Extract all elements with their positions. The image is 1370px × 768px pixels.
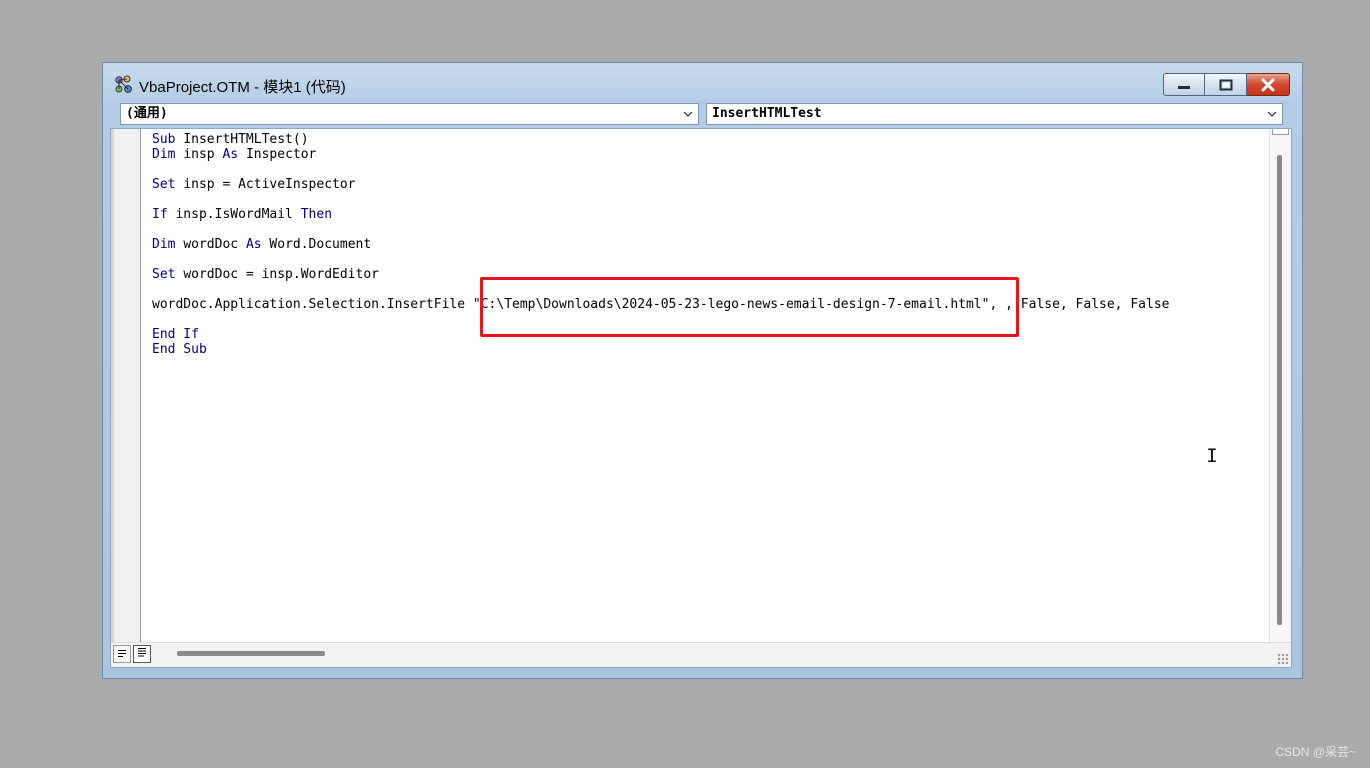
code-line[interactable]: If insp.IsWordMail Then xyxy=(152,207,1267,222)
procedure-dropdown[interactable]: InsertHTMLTest xyxy=(706,103,1283,125)
code-token: insp.IsWordMail xyxy=(175,207,301,222)
chevron-down-icon[interactable] xyxy=(1265,104,1279,124)
procedure-dropdown-value: InsertHTMLTest xyxy=(712,106,822,121)
gutter-edge xyxy=(111,129,114,643)
code-line[interactable]: wordDoc.Application.Selection.InsertFile… xyxy=(152,297,1267,312)
code-token: InsertHTMLTest() xyxy=(183,132,309,147)
code-keyword: End Sub xyxy=(152,342,207,357)
scrollbar-splitter[interactable] xyxy=(1272,129,1289,135)
chevron-down-icon[interactable] xyxy=(681,104,695,124)
close-icon xyxy=(1261,78,1275,91)
vba-project-icon xyxy=(113,74,135,96)
code-token: Inspector xyxy=(245,147,317,162)
watermark: CSDN @采芸~ xyxy=(1275,745,1356,759)
full-module-view-icon xyxy=(137,647,147,661)
code-keyword: Dim xyxy=(152,147,184,162)
code-line[interactable] xyxy=(152,222,1267,237)
code-line[interactable]: Dim insp As Inspector xyxy=(152,147,1267,162)
code-line[interactable]: Sub InsertHTMLTest() xyxy=(152,132,1267,147)
code-keyword: End If xyxy=(152,327,199,342)
vertical-scrollbar[interactable] xyxy=(1269,129,1291,643)
code-keyword: Then xyxy=(300,207,333,222)
maximize-button[interactable] xyxy=(1205,73,1247,96)
minimize-button[interactable] xyxy=(1163,73,1205,96)
code-line[interactable] xyxy=(152,192,1267,207)
full-module-view-button[interactable] xyxy=(133,645,151,663)
resize-grip-icon[interactable] xyxy=(1277,653,1289,665)
code-editor[interactable]: Sub InsertHTMLTest() Dim insp As Inspecto… xyxy=(110,128,1292,668)
code-keyword: Dim xyxy=(152,237,184,252)
code-line[interactable] xyxy=(152,252,1267,267)
window-title: VbaProject.OTM - 模块1 (代码) xyxy=(139,79,346,96)
horizontal-scroll-thumb[interactable] xyxy=(177,651,325,656)
code-line[interactable]: End Sub xyxy=(152,342,1267,357)
object-dropdown-value: (通用) xyxy=(126,106,168,121)
minimize-icon xyxy=(1178,85,1190,89)
procedure-view-icon xyxy=(117,648,127,661)
code-line[interactable] xyxy=(152,162,1267,177)
procedure-view-button[interactable] xyxy=(113,645,131,663)
code-line[interactable] xyxy=(152,282,1267,297)
code-token: Word.Document xyxy=(269,237,372,252)
code-keyword: Set xyxy=(152,177,184,192)
code-line[interactable]: End If xyxy=(152,327,1267,342)
horizontal-scrollbar[interactable] xyxy=(111,642,1291,667)
code-line[interactable]: Set wordDoc = insp.WordEditor xyxy=(152,267,1267,282)
title-bar[interactable]: VbaProject.OTM - 模块1 (代码) xyxy=(103,63,1302,101)
maximize-icon xyxy=(1219,79,1232,90)
code-text-area[interactable]: Sub InsertHTMLTest() Dim insp As Inspecto… xyxy=(152,132,1267,641)
code-token: insp xyxy=(183,147,223,162)
code-token: wordDoc = insp.WordEditor xyxy=(183,267,379,282)
code-keyword: As xyxy=(245,237,270,252)
code-token: wordDoc xyxy=(183,237,246,252)
code-line[interactable]: Dim wordDoc As Word.Document xyxy=(152,237,1267,252)
margin-indicator-bar[interactable] xyxy=(111,129,141,643)
vertical-scroll-thumb[interactable] xyxy=(1277,155,1282,625)
vba-code-window: VbaProject.OTM - 模块1 (代码) (通用) InsertHTM… xyxy=(102,62,1303,679)
code-token: wordDoc.Application.Selection.InsertFile… xyxy=(152,297,1170,312)
object-dropdown[interactable]: (通用) xyxy=(120,103,699,125)
close-button[interactable] xyxy=(1247,73,1290,96)
code-line[interactable]: Set insp = ActiveInspector xyxy=(152,177,1267,192)
code-keyword: Sub xyxy=(152,132,184,147)
text-cursor-icon: I xyxy=(1206,445,1218,467)
code-line[interactable] xyxy=(152,312,1267,327)
code-token: insp = ActiveInspector xyxy=(183,177,356,192)
code-keyword: If xyxy=(152,207,176,222)
code-keyword: Set xyxy=(152,267,184,282)
code-keyword: As xyxy=(222,147,246,162)
